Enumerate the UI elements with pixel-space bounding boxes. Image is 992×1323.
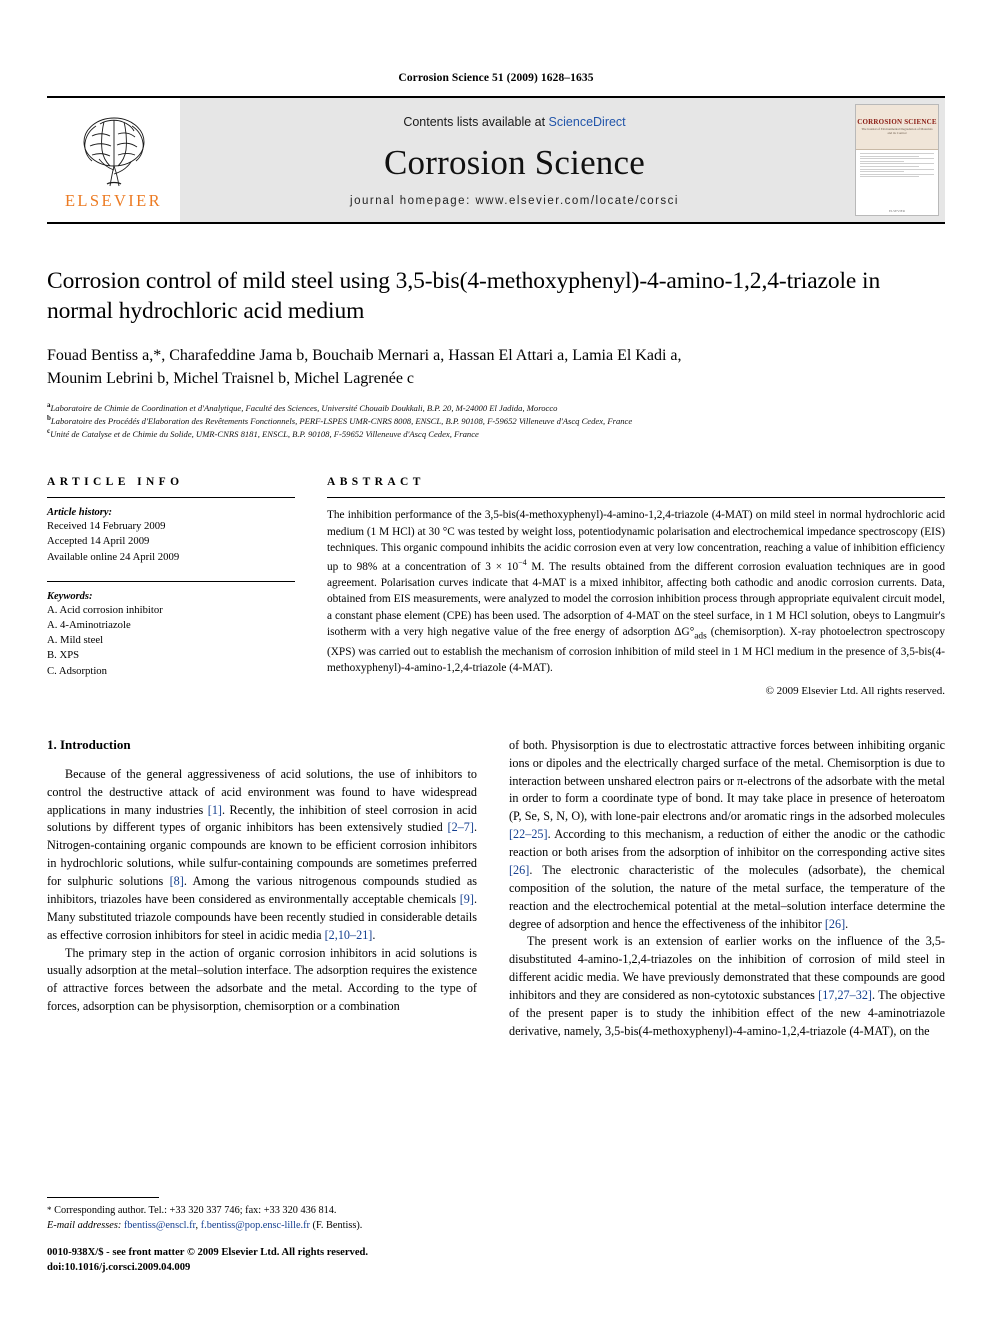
affiliation-text-c: Unité de Catalyse et de Chimie du Solide… — [50, 429, 479, 440]
abstract-column: ABSTRACT The inhibition performance of t… — [327, 476, 945, 697]
keyword-item: B. XPS — [47, 649, 80, 662]
history-accepted: Accepted 14 April 2009 — [47, 535, 150, 548]
body-columns: 1. Introduction Because of the general a… — [47, 737, 945, 1041]
affiliation-list: aLaboratoire de Chimie de Coordination e… — [47, 401, 945, 440]
footnote-divider — [47, 1197, 159, 1199]
keywords-label: Keywords: — [47, 590, 93, 602]
divider — [47, 580, 295, 582]
keyword-item: A. Acid corrosion inhibitor — [47, 603, 163, 616]
abstract-exponent: −4 — [518, 557, 527, 567]
cover-footer: ELSEVIER — [888, 209, 905, 213]
email-note: E-mail addresses: fbentiss@enscl.fr, f.b… — [47, 1219, 477, 1234]
journal-homepage-link[interactable]: journal homepage: www.elsevier.com/locat… — [350, 195, 679, 207]
cover-line — [860, 176, 920, 178]
body-column-left: 1. Introduction Because of the general a… — [47, 737, 477, 1041]
citation-link[interactable]: [9] — [460, 892, 474, 906]
doi-line: doi:10.1016/j.corsci.2009.04.009 — [47, 1262, 191, 1274]
citation-link[interactable]: [26] — [509, 863, 529, 877]
citation-link[interactable]: [1] — [208, 803, 222, 817]
issn-line: 0010-938X/$ - see front matter © 2009 El… — [47, 1247, 369, 1259]
intro-paragraph-4: The present work is an extension of earl… — [509, 933, 945, 1040]
article-history-label: Article history: — [47, 507, 113, 519]
citation-link[interactable]: [8] — [170, 874, 184, 888]
cover-line — [860, 163, 934, 165]
keywords-list: A. Acid corrosion inhibitor A. 4-Aminotr… — [47, 603, 295, 679]
affiliation-text-a: Laboratoire de Chimie de Coordination et… — [50, 402, 558, 413]
issn-copyright-block: 0010-938X/$ - see front matter © 2009 El… — [47, 1246, 477, 1276]
cover-body — [856, 150, 938, 209]
citation-link[interactable]: [2–7] — [448, 820, 474, 834]
sciencedirect-link[interactable]: ScienceDirect — [549, 115, 626, 129]
keyword-item: A. 4-Aminotriazole — [47, 619, 131, 631]
author-list: Fouad Bentiss a,*, Charafeddine Jama b, … — [47, 344, 945, 390]
intro-paragraph-3: of both. Physisorption is due to electro… — [509, 737, 945, 934]
journal-title: Corrosion Science — [384, 143, 645, 182]
intro-text: . The electronic characteristic of the m… — [509, 862, 945, 931]
email-link-2[interactable]: f.bentiss@pop.ensc-lille.fr — [201, 1220, 310, 1231]
history-received: Received 14 February 2009 — [47, 520, 166, 533]
info-abstract-row: ARTICLE INFO Article history: Received 1… — [47, 476, 945, 697]
affiliation-text-b: Laboratoire des Procédés d'Elaboration d… — [50, 415, 633, 426]
author-line-2: Mounim Lebrini b, Michel Traisnel b, Mic… — [47, 369, 415, 387]
cover-image: CORROSION SCIENCE The Journal of Environ… — [855, 104, 939, 216]
corresponding-author-note: * Corresponding author. Tel.: +33 320 33… — [47, 1204, 477, 1219]
running-head: Corrosion Science 51 (2009) 1628–1635 — [398, 72, 594, 84]
body-column-right: of both. Physisorption is due to electro… — [509, 737, 945, 1041]
masthead-center: Contents lists available at ScienceDirec… — [180, 98, 849, 222]
journal-masthead: ELSEVIER Contents lists available at Sci… — [47, 96, 945, 224]
section-title-introduction: 1. Introduction — [47, 736, 131, 752]
cover-line — [860, 160, 905, 162]
affiliation-c: cUnité de Catalyse et de Chimie du Solid… — [47, 427, 945, 440]
cover-line — [860, 155, 920, 157]
cover-line — [860, 168, 934, 170]
article-info-heading: ARTICLE INFO — [47, 476, 184, 489]
author-line-1: Fouad Bentiss a,*, Charafeddine Jama b, … — [47, 346, 682, 364]
divider — [327, 497, 945, 499]
intro-text: of both. Physisorption is due to electro… — [509, 737, 945, 824]
cover-line — [860, 171, 905, 173]
corresponding-author-text: Corresponding author. Tel.: +33 320 337 … — [51, 1205, 337, 1217]
email-label: E-mail addresses: — [47, 1219, 122, 1231]
cover-line — [860, 158, 934, 160]
keyword-item: A. Mild steel — [47, 634, 104, 647]
article-first-page: Corrosion Science 51 (2009) 1628–1635 EL… — [0, 0, 992, 1323]
divider — [47, 497, 295, 499]
email-suffix: (F. Bentiss). — [309, 1219, 363, 1231]
cover-band: CORROSION SCIENCE The Journal of Environ… — [856, 105, 938, 150]
keyword-item: C. Adsorption — [47, 664, 107, 677]
cover-line — [860, 153, 934, 154]
footnote-area: * Corresponding author. Tel.: +33 320 33… — [47, 1197, 477, 1276]
intro-text: . — [372, 927, 376, 942]
contents-prefix: Contents lists available at — [403, 115, 549, 129]
email-link-1[interactable]: fbentiss@enscl.fr — [124, 1220, 196, 1231]
intro-text: . — [845, 916, 849, 931]
article-title: Corrosion control of mild steel using 3,… — [47, 268, 881, 324]
abstract-text: The inhibition performance of the 3,5-bi… — [327, 507, 945, 677]
intro-text: . According to this mechanism, a reducti… — [509, 827, 945, 860]
article-history-list: Received 14 February 2009 Accepted 14 Ap… — [47, 519, 295, 565]
cover-title: CORROSION SCIENCE — [857, 118, 937, 127]
citation-link[interactable]: [2,10–21] — [325, 928, 373, 942]
title-block: Corrosion control of mild steel using 3,… — [47, 267, 945, 440]
article-info-column: ARTICLE INFO Article history: Received 1… — [47, 476, 295, 697]
contents-available-line: Contents lists available at ScienceDirec… — [403, 115, 625, 129]
affiliation-b: bLaboratoire des Procédés d'Elaboration … — [47, 414, 945, 427]
affiliation-a: aLaboratoire de Chimie de Coordination e… — [47, 401, 945, 414]
elsevier-logo: ELSEVIER — [47, 98, 180, 222]
abstract-subscript: ads — [694, 631, 707, 642]
intro-paragraph-2: The primary step in the action of organi… — [47, 945, 477, 1014]
citation-link[interactable]: [17,27–32] — [818, 988, 872, 1002]
abstract-copyright: © 2009 Elsevier Ltd. All rights reserved… — [765, 684, 945, 697]
citation-link[interactable]: [22–25] — [509, 827, 548, 841]
cover-subtitle: The Journal of Environmental Degradation… — [861, 127, 933, 136]
cover-line — [860, 173, 934, 175]
intro-paragraph-1: Because of the general aggressiveness of… — [47, 766, 477, 945]
abstract-heading: ABSTRACT — [327, 476, 425, 489]
elsevier-wordmark: ELSEVIER — [64, 190, 163, 210]
history-online: Available online 24 April 2009 — [47, 550, 180, 563]
cover-line — [860, 165, 920, 167]
elsevier-tree-icon — [83, 117, 144, 186]
citation-link[interactable]: [26] — [825, 917, 845, 931]
journal-cover-thumbnail: CORROSION SCIENCE The Journal of Environ… — [849, 98, 945, 222]
